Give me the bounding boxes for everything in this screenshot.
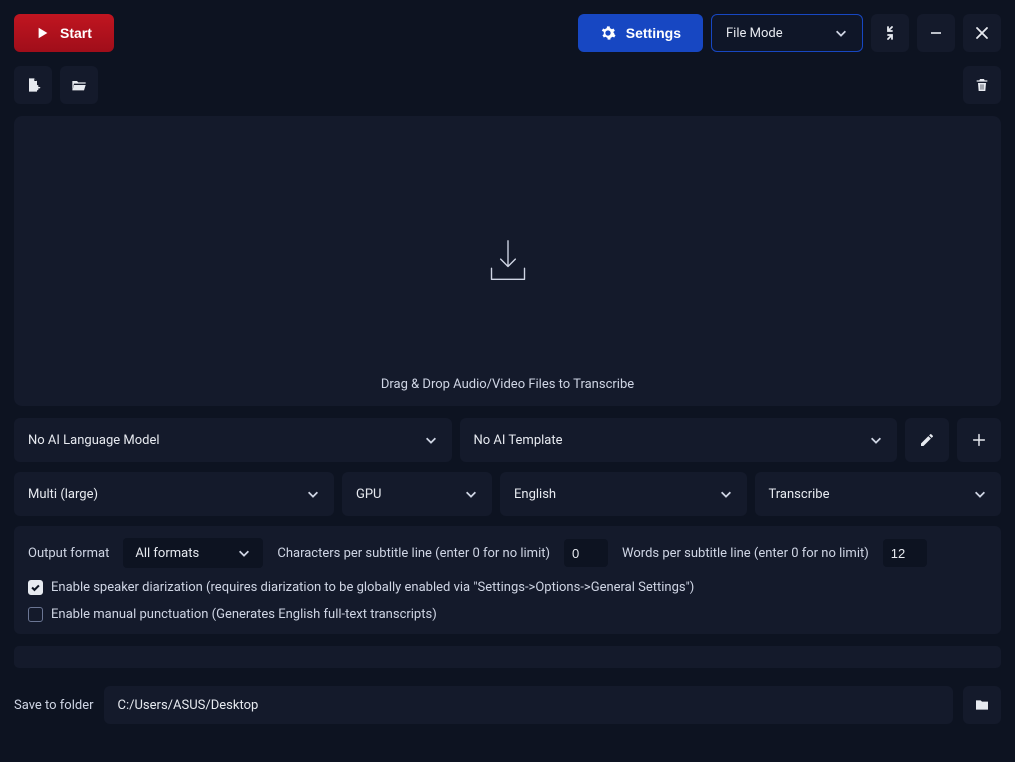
settings-button[interactable]: Settings xyxy=(578,14,703,52)
output-format-label: Output format xyxy=(28,546,109,561)
ai-model-value: No AI Language Model xyxy=(28,433,160,448)
chevron-down-icon xyxy=(306,487,320,501)
output-format-select[interactable]: All formats xyxy=(123,538,263,568)
save-folder-path-value: C:/Users/ASUS/Desktop xyxy=(118,698,259,713)
punctuation-label: Enable manual punctuation (Generates Eng… xyxy=(51,607,437,622)
start-button-label: Start xyxy=(60,25,92,41)
words-per-line-input[interactable] xyxy=(883,539,927,567)
close-icon xyxy=(974,25,990,41)
chevron-down-icon xyxy=(237,546,251,560)
chevron-down-icon xyxy=(973,487,987,501)
pencil-icon xyxy=(919,432,935,448)
chevron-down-icon xyxy=(464,487,478,501)
save-row: Save to folder C:/Users/ASUS/Desktop xyxy=(14,686,1001,724)
diarization-checkbox[interactable] xyxy=(28,580,43,595)
ai-model-select[interactable]: No AI Language Model xyxy=(14,418,452,462)
chars-per-line-input[interactable] xyxy=(564,539,608,567)
language-select[interactable]: English xyxy=(500,472,747,516)
words-per-line-label: Words per subtitle line (enter 0 for no … xyxy=(622,546,869,561)
chevron-down-icon xyxy=(424,433,438,447)
task-value: Transcribe xyxy=(769,487,830,502)
engine-row: Multi (large) GPU English Transcribe xyxy=(14,472,1001,516)
folder-open-icon xyxy=(71,77,87,93)
settings-button-label: Settings xyxy=(626,25,681,41)
top-bar: Start Settings File Mode xyxy=(14,14,1001,52)
check-icon xyxy=(30,582,41,593)
ai-template-select[interactable]: No AI Template xyxy=(460,418,898,462)
ai-row: No AI Language Model No AI Template xyxy=(14,418,1001,462)
gear-icon xyxy=(600,25,616,41)
mode-select-value: File Mode xyxy=(726,26,783,41)
close-button[interactable] xyxy=(963,14,1001,52)
language-value: English xyxy=(514,487,556,502)
options-panel: Output format All formats Characters per… xyxy=(14,526,1001,634)
task-select[interactable]: Transcribe xyxy=(755,472,1002,516)
mode-select[interactable]: File Mode xyxy=(711,14,863,52)
minimize-icon xyxy=(928,25,944,41)
transcribe-model-select[interactable]: Multi (large) xyxy=(14,472,334,516)
download-tray-icon xyxy=(486,235,530,287)
output-format-value: All formats xyxy=(135,546,199,561)
clear-list-button[interactable] xyxy=(963,66,1001,104)
ai-template-value: No AI Template xyxy=(474,433,563,448)
device-value: GPU xyxy=(356,487,382,502)
progress-bar xyxy=(14,646,1001,668)
dropzone-hint: Drag & Drop Audio/Video Files to Transcr… xyxy=(381,377,634,392)
file-add-icon xyxy=(25,77,41,93)
output-row: Output format All formats Characters per… xyxy=(28,538,987,568)
play-icon xyxy=(36,26,50,40)
punctuation-checkbox[interactable] xyxy=(28,607,43,622)
chevron-down-icon xyxy=(834,26,848,40)
save-folder-path[interactable]: C:/Users/ASUS/Desktop xyxy=(104,686,953,724)
folder-icon xyxy=(974,697,990,713)
edit-template-button[interactable] xyxy=(905,418,949,462)
punctuation-row: Enable manual punctuation (Generates Eng… xyxy=(28,607,987,622)
collapse-button[interactable] xyxy=(871,14,909,52)
plus-icon xyxy=(971,432,987,448)
transcribe-model-value: Multi (large) xyxy=(28,487,98,502)
chevron-down-icon xyxy=(869,433,883,447)
diarization-row: Enable speaker diarization (requires dia… xyxy=(28,580,987,595)
save-folder-label: Save to folder xyxy=(14,698,94,713)
start-button[interactable]: Start xyxy=(14,14,114,52)
chars-per-line-label: Characters per subtitle line (enter 0 fo… xyxy=(277,546,550,561)
collapse-icon xyxy=(882,25,898,41)
trash-icon xyxy=(974,77,990,93)
file-toolbar xyxy=(14,66,1001,104)
chevron-down-icon xyxy=(719,487,733,501)
device-select[interactable]: GPU xyxy=(342,472,492,516)
add-template-button[interactable] xyxy=(957,418,1001,462)
add-file-button[interactable] xyxy=(14,66,52,104)
diarization-label: Enable speaker diarization (requires dia… xyxy=(51,580,694,595)
dropzone[interactable]: Drag & Drop Audio/Video Files to Transcr… xyxy=(14,116,1001,406)
open-folder-button[interactable] xyxy=(60,66,98,104)
minimize-button[interactable] xyxy=(917,14,955,52)
browse-folder-button[interactable] xyxy=(963,686,1001,724)
